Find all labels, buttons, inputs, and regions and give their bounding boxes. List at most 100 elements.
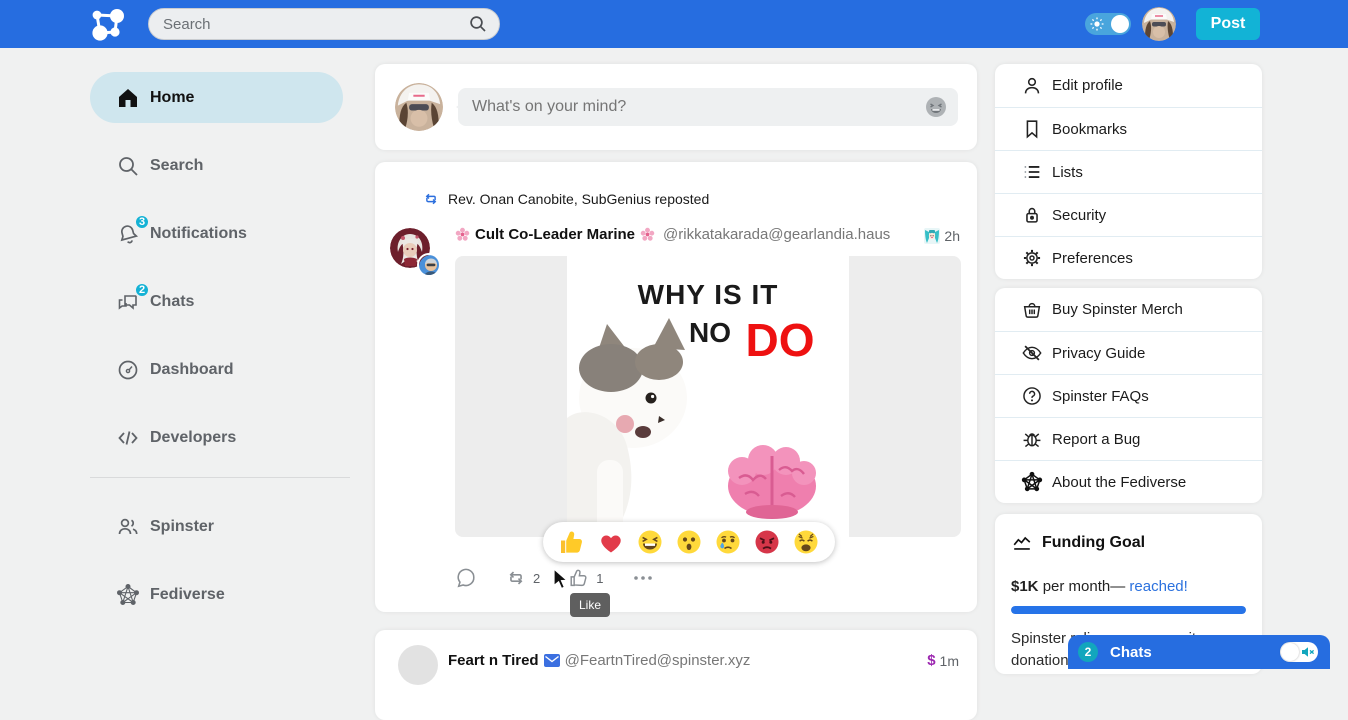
svg-text:DO: DO <box>746 314 815 366</box>
comment-button[interactable] <box>455 567 477 589</box>
menu-item-merch[interactable]: Buy Spinster Merch <box>995 288 1262 331</box>
next-post-byline[interactable]: Feart n Tired @FeartnTired@spinster.xyz <box>448 652 750 669</box>
thumbs-up-reaction[interactable] <box>558 528 586 556</box>
sidebar-item-label: Fediverse <box>150 586 225 604</box>
compose-avatar[interactable] <box>395 83 443 131</box>
menu-item-about-fediverse[interactable]: About the Fediverse <box>995 460 1262 503</box>
post-timestamp: 2h <box>944 228 960 244</box>
lock-icon <box>1020 203 1044 227</box>
fediverse-icon <box>115 582 141 608</box>
like-count: 1 <box>596 571 603 586</box>
next-post-avatar[interactable] <box>398 645 438 685</box>
next-post-card: Feart n Tired @FeartnTired@spinster.xyz … <box>375 630 977 720</box>
theme-toggle[interactable] <box>1085 13 1131 35</box>
menu-item-label: Spinster FAQs <box>1052 388 1149 405</box>
reposter-avatar[interactable] <box>417 253 441 277</box>
menu-item-label: Preferences <box>1052 250 1133 267</box>
surprised-reaction[interactable] <box>675 528 703 556</box>
chat-bubbles-icon: 2 <box>115 289 141 315</box>
next-post-author: Feart n Tired <box>448 652 539 669</box>
sidebar-item-dashboard[interactable]: Dashboard <box>90 352 350 388</box>
sidebar-divider <box>90 477 350 478</box>
laughing-reaction[interactable] <box>636 528 664 556</box>
notifications-badge: 3 <box>134 214 150 230</box>
person-icon <box>1020 74 1044 98</box>
post-meta[interactable]: 2h <box>924 228 960 244</box>
current-user-avatar[interactable] <box>1142 7 1176 41</box>
angry-reaction[interactable] <box>753 528 781 556</box>
bell-icon: 3 <box>115 221 141 247</box>
bug-icon <box>1020 427 1044 451</box>
sidebar-item-label: Home <box>150 89 194 107</box>
compose-field-wrap <box>458 88 958 126</box>
sidebar-item-chats[interactable]: 2 Chats <box>90 284 350 320</box>
eye-off-icon <box>1020 341 1044 365</box>
funding-period: per month <box>1039 578 1111 595</box>
weary-reaction[interactable] <box>792 528 820 556</box>
top-bar: Post <box>0 0 1348 48</box>
svg-text:WHY IS IT: WHY IS IT <box>638 279 779 310</box>
code-icon <box>115 425 141 451</box>
funding-goal-title-row: Funding Goal <box>1011 532 1246 554</box>
menu-item-security[interactable]: Security <box>995 193 1262 236</box>
more-options-button[interactable] <box>631 567 655 589</box>
menu-item-edit-profile[interactable]: Edit profile <box>995 64 1262 107</box>
post-actions: 2 1 <box>455 566 683 590</box>
sidebar-item-label: Search <box>150 157 203 175</box>
account-menu: Edit profile Bookmarks Lists Security Pr… <box>995 64 1262 279</box>
top-search <box>148 8 500 40</box>
post-media[interactable]: WHY IS IT NO DO <box>455 256 961 537</box>
menu-item-label: Privacy Guide <box>1052 345 1145 362</box>
menu-item-privacy-guide[interactable]: Privacy Guide <box>995 331 1262 374</box>
info-menu: Buy Spinster Merch Privacy Guide Spinste… <box>995 288 1262 503</box>
left-sidebar: Home Search 3 Notifications 2 Chats Dash… <box>90 48 352 663</box>
sun-icon <box>1090 17 1104 31</box>
menu-item-label: Report a Bug <box>1052 431 1140 448</box>
next-post-meta[interactable]: $ 1m <box>927 652 959 669</box>
post-byline[interactable]: Cult Co-Leader Marine @rikkatakarada@gea… <box>455 226 890 243</box>
question-circle-icon <box>1020 384 1044 408</box>
meme-image: WHY IS IT NO DO <box>567 256 849 537</box>
funding-progress-fill <box>1011 606 1246 614</box>
menu-item-report-bug[interactable]: Report a Bug <box>995 417 1262 460</box>
chat-sound-toggle[interactable] <box>1280 642 1318 662</box>
bookmark-icon <box>1020 117 1044 141</box>
menu-item-label: Buy Spinster Merch <box>1052 301 1183 318</box>
menu-item-bookmarks[interactable]: Bookmarks <box>995 107 1262 150</box>
menu-item-label: Bookmarks <box>1052 121 1127 138</box>
like-tooltip: Like <box>570 593 610 617</box>
crying-reaction[interactable] <box>714 528 742 556</box>
compose-input[interactable] <box>458 98 924 116</box>
funding-reached-link[interactable]: reached! <box>1129 578 1187 595</box>
menu-item-preferences[interactable]: Preferences <box>995 236 1262 279</box>
menu-item-lists[interactable]: Lists <box>995 150 1262 193</box>
post-button[interactable]: Post <box>1196 8 1260 40</box>
chart-icon <box>1011 532 1033 554</box>
sidebar-item-developers[interactable]: Developers <box>90 420 350 456</box>
toggle-knob <box>1111 15 1129 33</box>
funding-progress-track <box>1011 606 1246 614</box>
toggle-knob <box>1281 643 1299 661</box>
repost-button[interactable]: 2 <box>505 567 540 589</box>
gear-icon <box>1020 246 1044 270</box>
search-input[interactable] <box>149 16 469 33</box>
menu-item-faqs[interactable]: Spinster FAQs <box>995 374 1262 417</box>
post-card: Rev. Onan Canobite, SubGenius reposted C… <box>375 162 977 612</box>
post-author-handle: @rikkatakarada@gearlandia.haus <box>663 226 890 243</box>
spinster-logo-icon[interactable] <box>90 6 130 42</box>
sidebar-item-notifications[interactable]: 3 Notifications <box>90 216 350 252</box>
next-post-timestamp: 1m <box>940 653 959 669</box>
instance-emoji-icon <box>924 228 940 244</box>
chats-panel-header[interactable]: 2 Chats <box>1068 635 1330 669</box>
sidebar-item-search[interactable]: Search <box>90 148 350 184</box>
search-icon[interactable] <box>469 15 487 33</box>
heart-reaction[interactable] <box>597 528 625 556</box>
like-button[interactable]: 1 <box>568 567 603 589</box>
menu-item-label: Lists <box>1052 164 1083 181</box>
envelope-icon <box>544 654 560 667</box>
repost-note[interactable]: Rev. Onan Canobite, SubGenius reposted <box>422 190 709 208</box>
sidebar-item-home[interactable]: Home <box>90 72 343 123</box>
sidebar-item-fediverse[interactable]: Fediverse <box>90 577 350 613</box>
emoji-picker-icon[interactable] <box>924 95 948 119</box>
sidebar-item-spinster[interactable]: Spinster <box>90 509 350 545</box>
